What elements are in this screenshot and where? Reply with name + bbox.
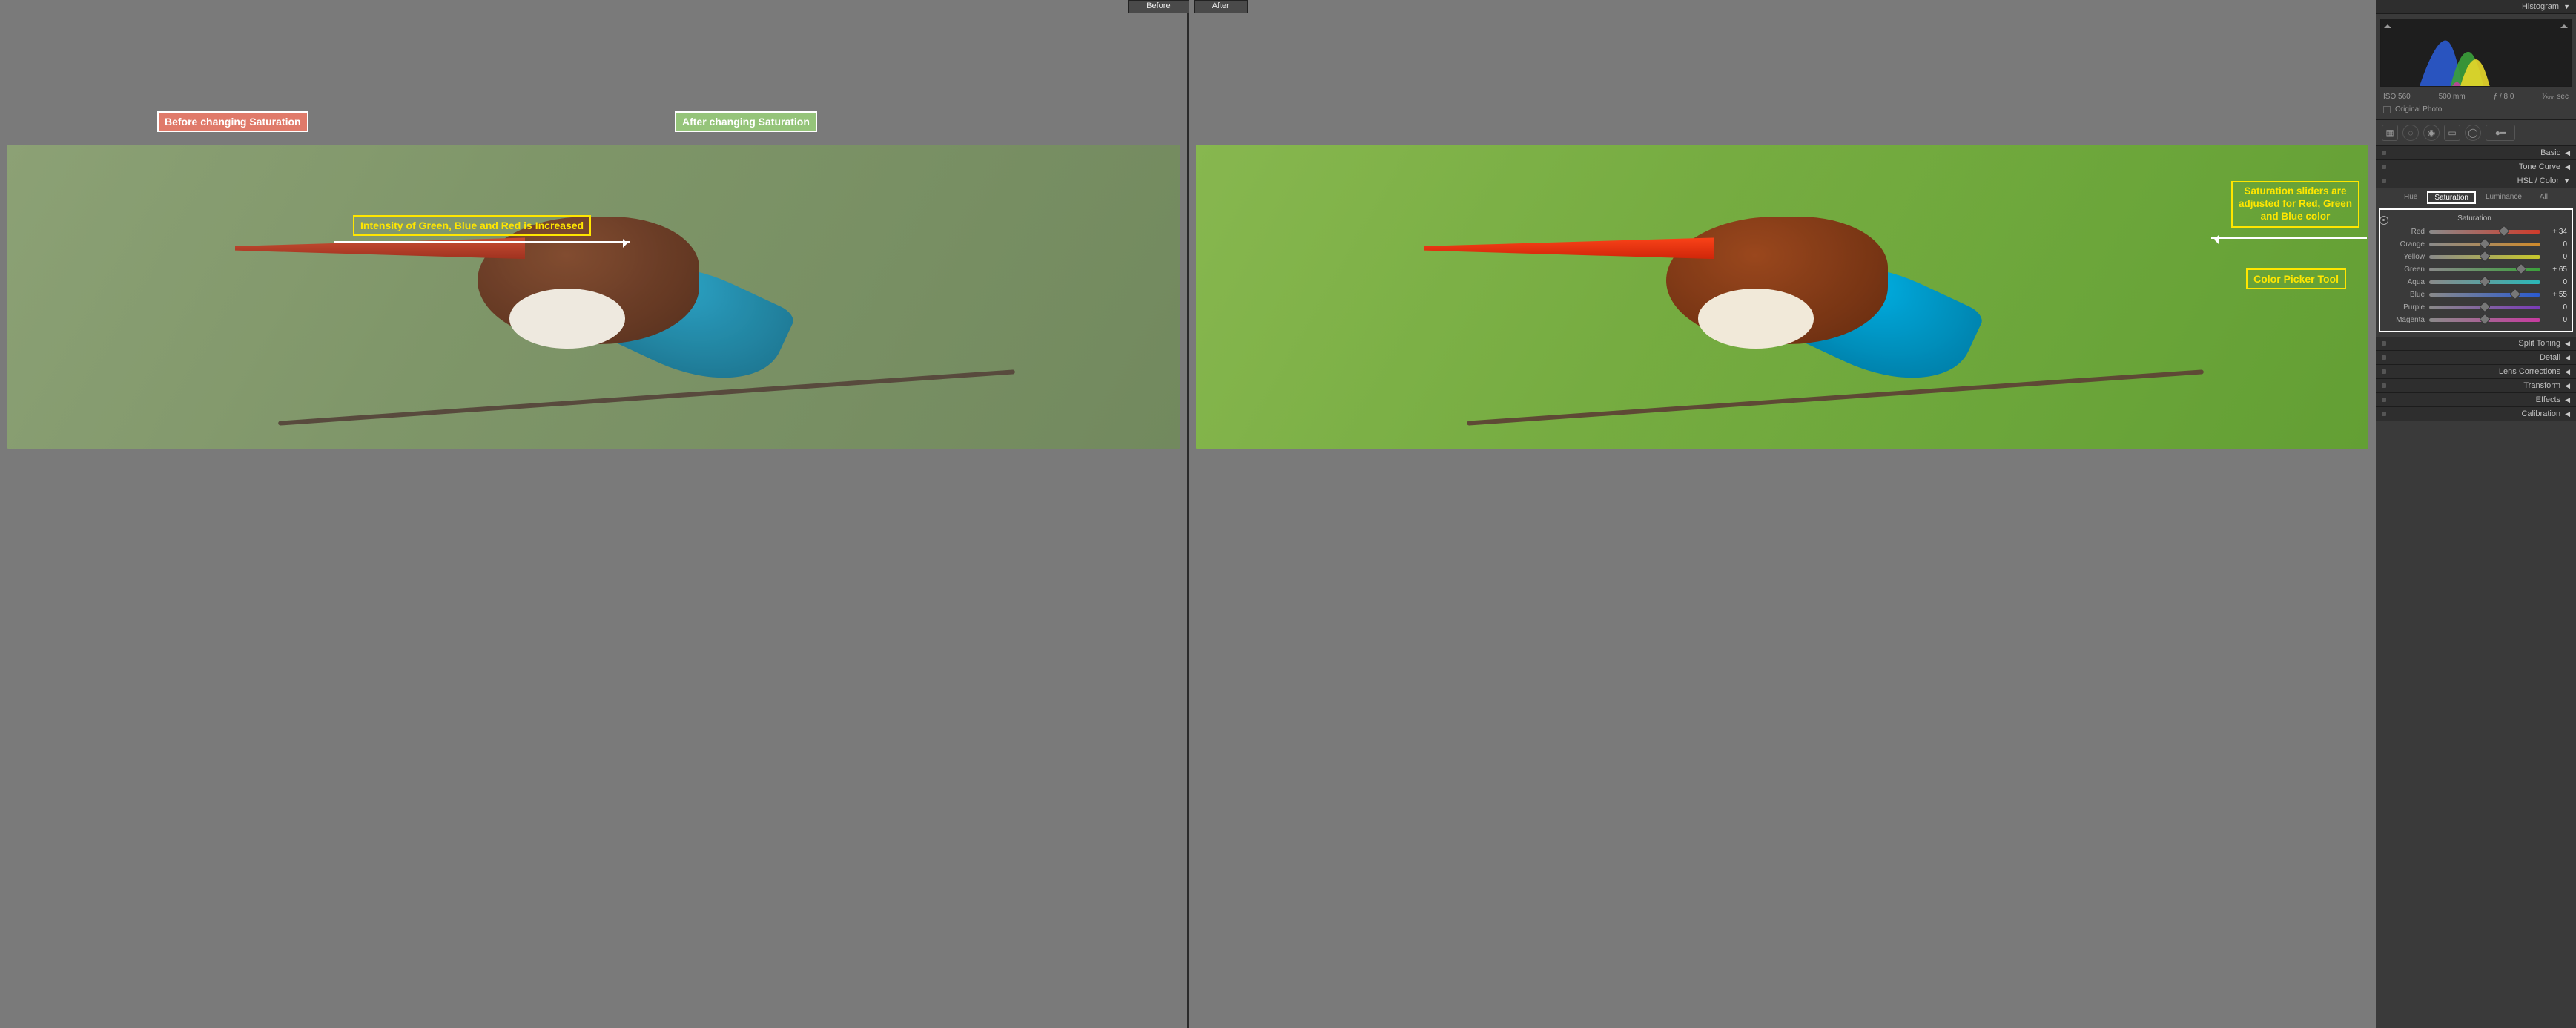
slider-track[interactable] (2429, 230, 2540, 234)
slider-note: Saturation sliders are adjusted for Red,… (2231, 181, 2359, 228)
after-caption: After changing Saturation (675, 111, 817, 132)
spot-tool-icon[interactable]: ◌ (2402, 125, 2419, 141)
tab-all[interactable]: All (2532, 191, 2554, 204)
slider-track[interactable] (2429, 293, 2540, 297)
before-photo (7, 145, 1180, 449)
exif-iso: ISO 560 (2383, 93, 2411, 101)
slider-purple[interactable]: Purple 0 (2382, 301, 2567, 314)
slider-thumb[interactable] (2479, 276, 2491, 288)
slider-blue[interactable]: Blue + 55 (2382, 289, 2567, 301)
gradient-tool-icon[interactable]: ▭ (2444, 125, 2460, 141)
exif-focal: 500 mm (2439, 93, 2466, 101)
intensity-note: Intensity of Green, Blue and Red is Incr… (353, 215, 591, 236)
slider-value: + 55 (2545, 291, 2567, 299)
redeye-tool-icon[interactable]: ◉ (2423, 125, 2440, 141)
slider-value: 0 (2545, 303, 2567, 312)
basic-header[interactable]: Basic◀ (2376, 146, 2576, 160)
slider-track[interactable] (2429, 255, 2540, 259)
slider-value: + 65 (2545, 266, 2567, 274)
slider-magenta[interactable]: Magenta 0 (2382, 314, 2567, 326)
slider-track[interactable] (2429, 280, 2540, 284)
slider-track[interactable] (2429, 243, 2540, 246)
checkbox-icon (2383, 106, 2391, 113)
slider-thumb[interactable] (2479, 238, 2491, 250)
slider-thumb[interactable] (2479, 251, 2491, 263)
slider-label: Aqua (2382, 278, 2425, 286)
hsl-tabs: Hue Saturation Luminance All (2376, 188, 2576, 207)
transform-header[interactable]: Transform◀ (2376, 379, 2576, 393)
after-label: After (1194, 0, 1248, 13)
detail-header[interactable]: Detail◀ (2376, 351, 2576, 365)
crop-tool-icon[interactable]: ▦ (2382, 125, 2398, 141)
arrow-sliders (2211, 237, 2367, 239)
exif-row: ISO 560 500 mm ƒ / 8.0 ¹⁄₅₀₀ sec (2376, 91, 2576, 102)
tab-saturation[interactable]: Saturation (2427, 191, 2476, 204)
radial-tool-icon[interactable]: ◯ (2465, 125, 2481, 141)
slider-track[interactable] (2429, 306, 2540, 309)
effects-header[interactable]: Effects◀ (2376, 393, 2576, 407)
slider-aqua[interactable]: Aqua 0 (2382, 276, 2567, 289)
slider-track[interactable] (2429, 268, 2540, 271)
tab-hue[interactable]: Hue (2397, 191, 2424, 204)
after-pane (1189, 0, 2376, 1028)
split-toning-header[interactable]: Split Toning◀ (2376, 337, 2576, 351)
histogram-header[interactable]: Histogram▼ (2376, 0, 2576, 14)
slider-thumb[interactable] (2479, 314, 2491, 326)
slider-value: 0 (2545, 278, 2567, 286)
develop-panel: Histogram▼ ISO 560 500 mm ƒ / 8.0 ¹⁄₅₀₀ … (2376, 0, 2576, 1028)
before-after-bar: Before After (0, 0, 2376, 13)
slider-yellow[interactable]: Yellow 0 (2382, 251, 2567, 263)
original-photo-toggle[interactable]: Original Photo (2376, 102, 2576, 120)
brush-tool-icon[interactable]: ●━ (2486, 125, 2515, 141)
slider-label: Red (2382, 228, 2425, 236)
hsl-header[interactable]: HSL / Color▼ (2376, 174, 2576, 188)
slider-thumb[interactable] (2479, 301, 2491, 313)
slider-track[interactable] (2429, 318, 2540, 322)
slider-thumb[interactable] (2498, 225, 2510, 237)
before-caption: Before changing Saturation (157, 111, 308, 132)
calibration-header[interactable]: Calibration◀ (2376, 407, 2576, 421)
slider-thumb[interactable] (2515, 263, 2527, 275)
slider-red[interactable]: Red + 34 (2382, 225, 2567, 238)
compare-viewport: Before After Before changing Saturation … (0, 0, 2376, 1028)
tab-luminance[interactable]: Luminance (2479, 191, 2529, 204)
arrow-intensity (334, 241, 630, 243)
slider-value: 0 (2545, 253, 2567, 261)
picker-note: Color Picker Tool (2246, 268, 2346, 289)
slider-green[interactable]: Green + 65 (2382, 263, 2567, 276)
slider-label: Purple (2382, 303, 2425, 312)
slider-label: Green (2382, 266, 2425, 274)
target-adjust-tool-icon[interactable] (2380, 216, 2388, 225)
slider-orange[interactable]: Orange 0 (2382, 238, 2567, 251)
exif-shutter: ¹⁄₅₀₀ sec (2542, 93, 2569, 101)
after-photo (1196, 145, 2368, 449)
hsl-subtitle: Saturation (2382, 214, 2567, 225)
slider-thumb[interactable] (2509, 289, 2521, 300)
slider-label: Magenta (2382, 316, 2425, 324)
hsl-saturation-body: Saturation Red + 34 Orange 0 Yellow 0 Green + 6… (2379, 208, 2573, 332)
before-label: Before (1128, 0, 1189, 13)
slider-value: + 34 (2545, 228, 2567, 236)
exif-aperture: ƒ / 8.0 (2494, 93, 2514, 101)
lens-header[interactable]: Lens Corrections◀ (2376, 365, 2576, 379)
before-pane (0, 0, 1187, 1028)
tone-curve-header[interactable]: Tone Curve◀ (2376, 160, 2576, 174)
slider-value: 0 (2545, 316, 2567, 324)
slider-label: Yellow (2382, 253, 2425, 261)
slider-label: Orange (2382, 240, 2425, 248)
histogram-plot (2381, 25, 2571, 87)
slider-label: Blue (2382, 291, 2425, 299)
tool-strip: ▦ ◌ ◉ ▭ ◯ ●━ (2376, 120, 2576, 146)
histogram[interactable] (2380, 19, 2572, 87)
slider-value: 0 (2545, 240, 2567, 248)
